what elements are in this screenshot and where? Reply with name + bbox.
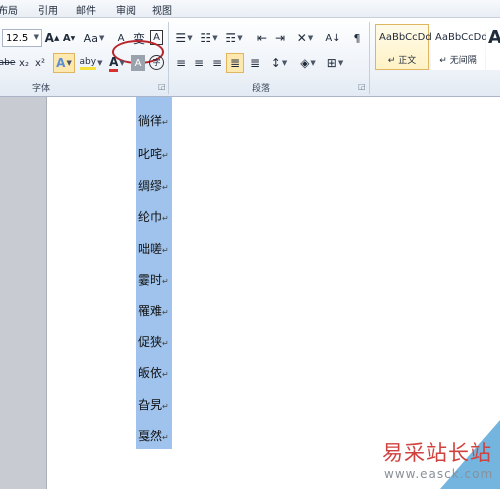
align-right-button[interactable]: ≡ [209,54,225,72]
document-line[interactable]: 徜徉↵ [138,112,169,129]
justify-button[interactable]: ≣ [226,53,244,73]
subscript-button[interactable]: x₂ [17,54,31,72]
distributed-icon: ≣ [249,56,261,70]
menu-mailings[interactable]: 邮件 [76,2,96,17]
font-group-label: 字体 [32,84,51,94]
document-line[interactable]: 促狭↵ [138,333,169,350]
character-shading-button[interactable]: A [131,55,145,71]
distributed-button[interactable]: ≣ [247,54,263,72]
watermark-logo-text: 易采站长站 [382,441,492,465]
grow-font-button[interactable]: A ▲ [45,29,60,47]
line-spacing-icon: ↕ [270,56,281,70]
shading-button[interactable]: ◈ ▼ [297,54,319,72]
menu-review[interactable]: 审阅 [116,2,136,17]
font-dialog-launcher-icon[interactable]: ◲ [158,82,166,91]
document-line[interactable]: 戛然↵ [138,427,169,444]
bullet-list-icon: ☰ [175,31,187,45]
document-line[interactable]: 皈依↵ [138,364,169,381]
multilevel-list-icon: ☶ [225,31,237,45]
menu-view[interactable]: 视图 [152,2,172,17]
align-center-icon: ≡ [193,56,205,70]
group-divider [369,22,370,94]
sort-icon: A↓ [325,32,341,44]
document-line[interactable]: 纶巾↵ [138,208,169,225]
borders-button[interactable]: ⊞ ▼ [324,54,346,72]
document-line[interactable]: 绸缪↵ [138,177,169,194]
paint-bucket-icon: ◈ [300,56,310,70]
numbered-list-icon: ☷ [200,31,212,45]
shrink-font-button[interactable]: A ▼ [62,29,76,47]
align-right-icon: ≡ [211,56,223,70]
menu-references[interactable]: 引用 [38,2,58,17]
ribbon: 12.5 ▼ A ▲ A ▼ Aa ▼ A 变 A abe x₂ x² A ▼ aby ▼… [0,18,500,97]
document-line[interactable]: 叱咤↵ [138,145,169,162]
highlight-color-button[interactable]: aby ▼ [79,54,103,72]
sort-button[interactable]: A↓ [324,29,342,47]
pilcrow-icon: ¶ [353,31,361,45]
font-size-value: 12.5 [6,32,29,44]
menu-layout[interactable]: 布局 [0,2,18,17]
decrease-indent-button[interactable]: ⇤ [254,29,270,47]
border-grid-icon: ⊞ [326,56,337,70]
text-effects-button[interactable]: A ▼ [53,53,75,73]
font-size-combo[interactable]: 12.5 ▼ [2,29,42,47]
document-line[interactable]: 咄嗟↵ [138,240,169,257]
align-left-icon: ≡ [175,56,187,70]
show-marks-button[interactable]: ¶ [350,29,364,47]
document-line[interactable]: 霎时↵ [138,271,169,288]
chinese-layout-icon: ✕ [296,31,307,45]
paragraph-group-label: 段落 [252,84,271,94]
indent-icon: ⇥ [274,31,286,45]
group-divider [168,22,169,94]
watermark-url: www.easck.com [384,467,494,481]
enclose-characters-button[interactable]: 字 [149,55,164,70]
line-spacing-button[interactable]: ↕ ▼ [268,54,290,72]
style-heading[interactable]: A [486,24,500,70]
outdent-icon: ⇤ [256,31,268,45]
document-line[interactable]: 罹难↵ [138,302,169,319]
paragraph-dialog-launcher-icon[interactable]: ◲ [358,82,366,91]
style-normal[interactable]: AaBbCcDd ↵ 正文 [375,24,432,70]
change-case-button[interactable]: Aa ▼ [82,29,106,47]
strikethrough-button[interactable]: abe [0,54,16,72]
style-no-spacing[interactable]: AaBbCcDd ↵ 无间隔 [431,24,488,70]
document-line[interactable]: 旮旯↵ [138,396,169,413]
bullets-button[interactable]: ☰ ▼ [173,29,195,47]
increase-indent-button[interactable]: ⇥ [272,29,288,47]
menu-bar: 布局 引用 邮件 审阅 视图 [0,0,500,18]
chinese-layout-button[interactable]: ✕ ▼ [294,29,316,47]
justify-icon: ≣ [229,56,241,70]
multilevel-list-button[interactable]: ☶ ▼ [223,29,245,47]
superscript-button[interactable]: x² [33,54,47,72]
align-left-button[interactable]: ≡ [173,54,189,72]
document-page[interactable] [46,97,500,489]
chevron-down-icon: ▼ [33,33,39,41]
align-center-button[interactable]: ≡ [191,54,207,72]
font-color-button[interactable]: A ▼ [106,54,128,72]
numbering-button[interactable]: ☷ ▼ [198,29,220,47]
